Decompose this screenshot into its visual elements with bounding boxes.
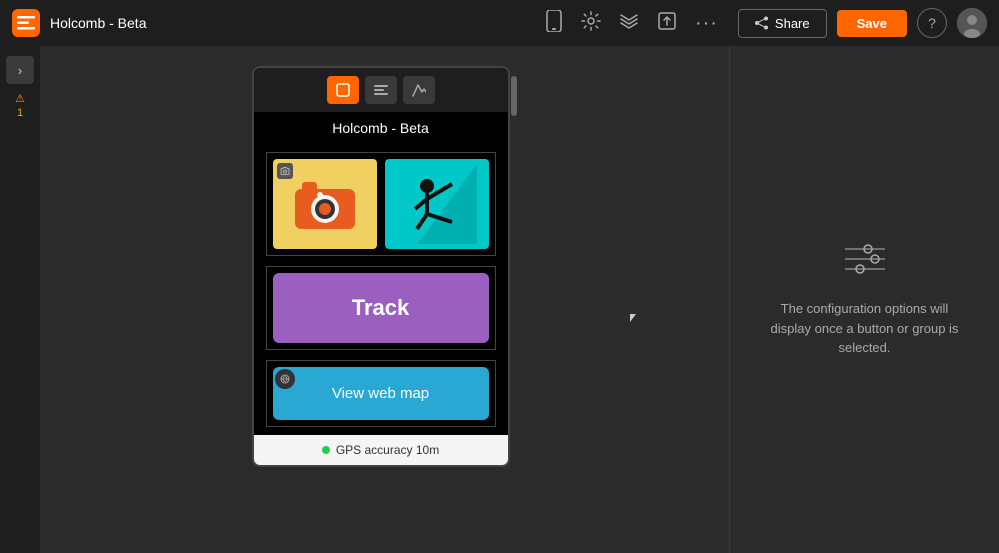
settings-icon[interactable] bbox=[581, 11, 601, 36]
phone-tab-bar bbox=[254, 68, 508, 112]
phone-tab-1[interactable] bbox=[327, 76, 359, 104]
canvas-area: Holcomb - Beta bbox=[40, 46, 729, 553]
image-row bbox=[266, 152, 496, 256]
help-button[interactable]: ? bbox=[917, 8, 947, 38]
topbar-icon-group: ··· bbox=[545, 10, 718, 37]
right-config-panel: The configuration options will display o… bbox=[729, 46, 999, 553]
scroll-thumb bbox=[511, 76, 517, 116]
config-placeholder-text: The configuration options will display o… bbox=[765, 299, 965, 358]
phone-tab-3[interactable] bbox=[403, 76, 435, 104]
cursor bbox=[630, 314, 636, 322]
gps-status-bar: GPS accuracy 10m bbox=[254, 435, 508, 465]
share-button[interactable]: Share bbox=[738, 9, 827, 38]
sidebar-warning: ⚠ 1 bbox=[15, 92, 25, 119]
more-options-icon[interactable]: ··· bbox=[695, 12, 718, 35]
gps-status-dot bbox=[322, 446, 330, 454]
project-title: Holcomb - Beta bbox=[50, 15, 146, 31]
phone-content: Track View web map bbox=[254, 144, 508, 435]
camera-svg bbox=[290, 174, 360, 234]
climbing-svg bbox=[397, 164, 477, 244]
phone-mockup: Holcomb - Beta bbox=[252, 66, 510, 467]
layers-icon[interactable] bbox=[619, 11, 639, 36]
gps-status-text: GPS accuracy 10m bbox=[336, 443, 439, 457]
camera-badge-icon bbox=[277, 163, 293, 179]
webmap-button-wrapper: View web map bbox=[266, 360, 496, 427]
track-button-wrapper: Track bbox=[266, 266, 496, 350]
app-logo bbox=[12, 9, 40, 37]
phone-app-name: Holcomb - Beta bbox=[254, 112, 508, 144]
sidebar-toggle-button[interactable]: › bbox=[6, 56, 34, 84]
webmap-badge-icon bbox=[275, 369, 295, 389]
webmap-button[interactable]: View web map bbox=[273, 367, 489, 420]
mobile-view-icon[interactable] bbox=[545, 10, 563, 37]
topbar: Holcomb - Beta ··· Share Save ? bbox=[0, 0, 999, 46]
climbing-tile[interactable] bbox=[385, 159, 489, 249]
config-sliders-icon bbox=[840, 241, 890, 283]
save-button[interactable]: Save bbox=[837, 10, 907, 37]
user-avatar[interactable] bbox=[957, 8, 987, 38]
export-icon[interactable] bbox=[657, 11, 677, 36]
topbar-actions: Share Save ? bbox=[738, 8, 987, 38]
track-button[interactable]: Track bbox=[273, 273, 489, 343]
left-sidebar: › ⚠ 1 bbox=[0, 46, 40, 553]
camera-tile[interactable] bbox=[273, 159, 377, 249]
phone-tab-2[interactable] bbox=[365, 76, 397, 104]
main-area: › ⚠ 1 Holcomb - Beta bbox=[0, 46, 999, 553]
